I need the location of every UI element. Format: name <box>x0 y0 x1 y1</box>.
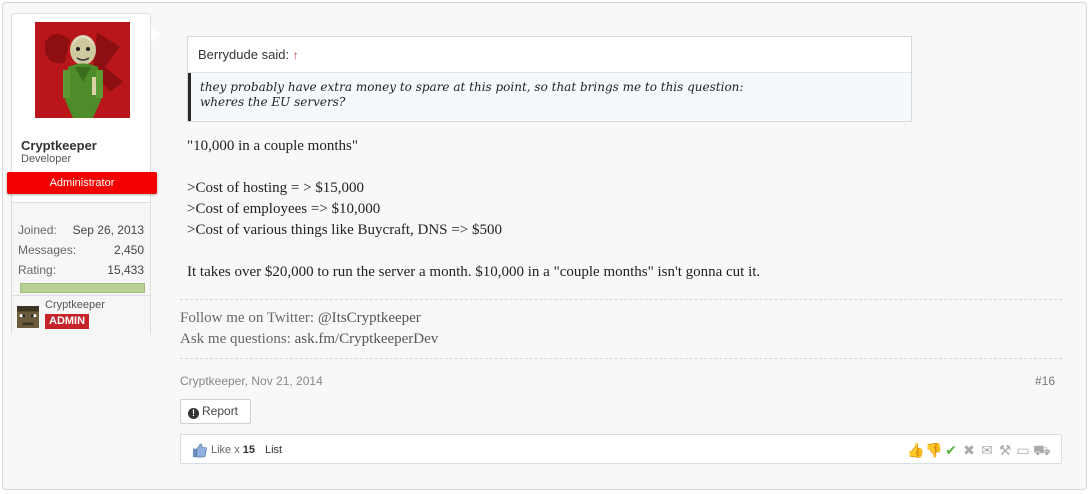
user-stats: Joined: Sep 26, 2013 Messages: 2,450 Rat… <box>12 202 150 296</box>
post-number-link[interactable]: #16 <box>1035 374 1055 388</box>
envelope-rate-icon[interactable]: ✉ <box>979 442 995 458</box>
twitter-handle-link[interactable]: @ItsCryptkeeper <box>318 310 421 326</box>
message-line: It takes over $20,000 to run the server … <box>187 264 761 280</box>
quote-body: they probably have extra money to spare … <box>188 73 911 121</box>
dislike-rate-icon[interactable]: 👎 <box>925 442 942 458</box>
stat-messages: Messages: 2,450 <box>18 243 144 261</box>
user-avatar[interactable] <box>35 22 130 118</box>
signature-divider <box>180 299 1062 300</box>
disagree-x-icon[interactable]: ✖ <box>961 442 977 458</box>
quote-jump-arrow-icon[interactable]: ↑ <box>293 48 299 62</box>
user-info-panel: Cryptkeeper Developer Administrator Join… <box>7 13 160 336</box>
signature-line-twitter: Follow me on Twitter: @ItsCryptkeeper <box>180 310 421 327</box>
like-count[interactable]: 15 <box>243 444 255 456</box>
quote-line: they probably have extra money to spare … <box>200 80 744 94</box>
like-text: Like x <box>211 444 243 456</box>
message-post: Cryptkeeper Developer Administrator Join… <box>2 2 1087 490</box>
report-label: Report <box>202 404 239 418</box>
admin-badge: ADMIN <box>45 314 90 329</box>
quote-author: Berrydude said: <box>198 47 290 62</box>
quote-line: wheres the EU servers? <box>200 95 346 109</box>
agree-check-icon[interactable]: ✔ <box>943 442 959 458</box>
tools-rate-icon[interactable]: ⚒ <box>997 442 1013 458</box>
alert-icon: ! <box>188 408 199 419</box>
stat-messages-value[interactable]: 2,450 <box>114 243 144 257</box>
stat-rating-label: Rating: <box>18 263 57 277</box>
quote-header: Berrydude said: ↑ <box>188 37 911 73</box>
truck-rate-icon[interactable]: ⛟ <box>1033 442 1051 458</box>
stat-joined: Joined: Sep 26, 2013 <box>18 223 144 241</box>
quote-block: Berrydude said: ↑ they probably have ext… <box>187 36 912 122</box>
stat-joined-value: Sep 26, 2013 <box>72 223 144 237</box>
message-line: "10,000 in a couple months" <box>187 138 358 154</box>
likes-list-link[interactable]: List <box>265 444 282 456</box>
secondary-user-name: Cryptkeeper <box>45 299 105 311</box>
minecraft-head-icon <box>17 306 39 328</box>
message-line: >Cost of various things like Buycraft, D… <box>187 222 502 238</box>
stat-joined-label: Joined: <box>18 223 57 237</box>
like-thumb-icon <box>192 443 207 458</box>
user-title: Developer <box>21 153 72 165</box>
meta-divider <box>180 358 1062 359</box>
rating-buttons: 👍 👎 ✔ ✖ ✉ ⚒ ▭ ⛟ <box>907 442 1051 458</box>
signature-line-askfm: Ask me questions: ask.fm/CryptkeeperDev <box>180 331 438 348</box>
askfm-link[interactable]: ask.fm/CryptkeeperDev <box>295 331 439 347</box>
stat-rating: Rating: 15,433 <box>18 263 144 281</box>
like-count-text: Like x 15 <box>211 444 255 456</box>
user-name[interactable]: Cryptkeeper <box>21 138 97 153</box>
signature-twitter-label: Follow me on Twitter: <box>180 310 318 326</box>
report-button[interactable]: ! Report <box>180 399 251 424</box>
rating-bar <box>20 283 145 293</box>
likes-summary-bar: Like x 15 List 👍 👎 ✔ ✖ ✉ ⚒ ▭ ⛟ <box>180 434 1062 464</box>
message-line: >Cost of employees => $10,000 <box>187 201 381 217</box>
stat-messages-label: Messages: <box>18 243 77 257</box>
user-extra: Cryptkeeper ADMIN <box>12 295 150 336</box>
signature-askfm-label: Ask me questions: <box>180 331 295 347</box>
frame-rate-icon[interactable]: ▭ <box>1015 442 1031 458</box>
message-line: >Cost of hosting = > $15,000 <box>187 180 365 196</box>
post-author-date[interactable]: Cryptkeeper, Nov 21, 2014 <box>180 374 323 388</box>
like-rate-icon[interactable]: 👍 <box>907 442 924 458</box>
stat-rating-value: 15,433 <box>107 263 144 277</box>
user-banner-administrator: Administrator <box>7 172 157 194</box>
